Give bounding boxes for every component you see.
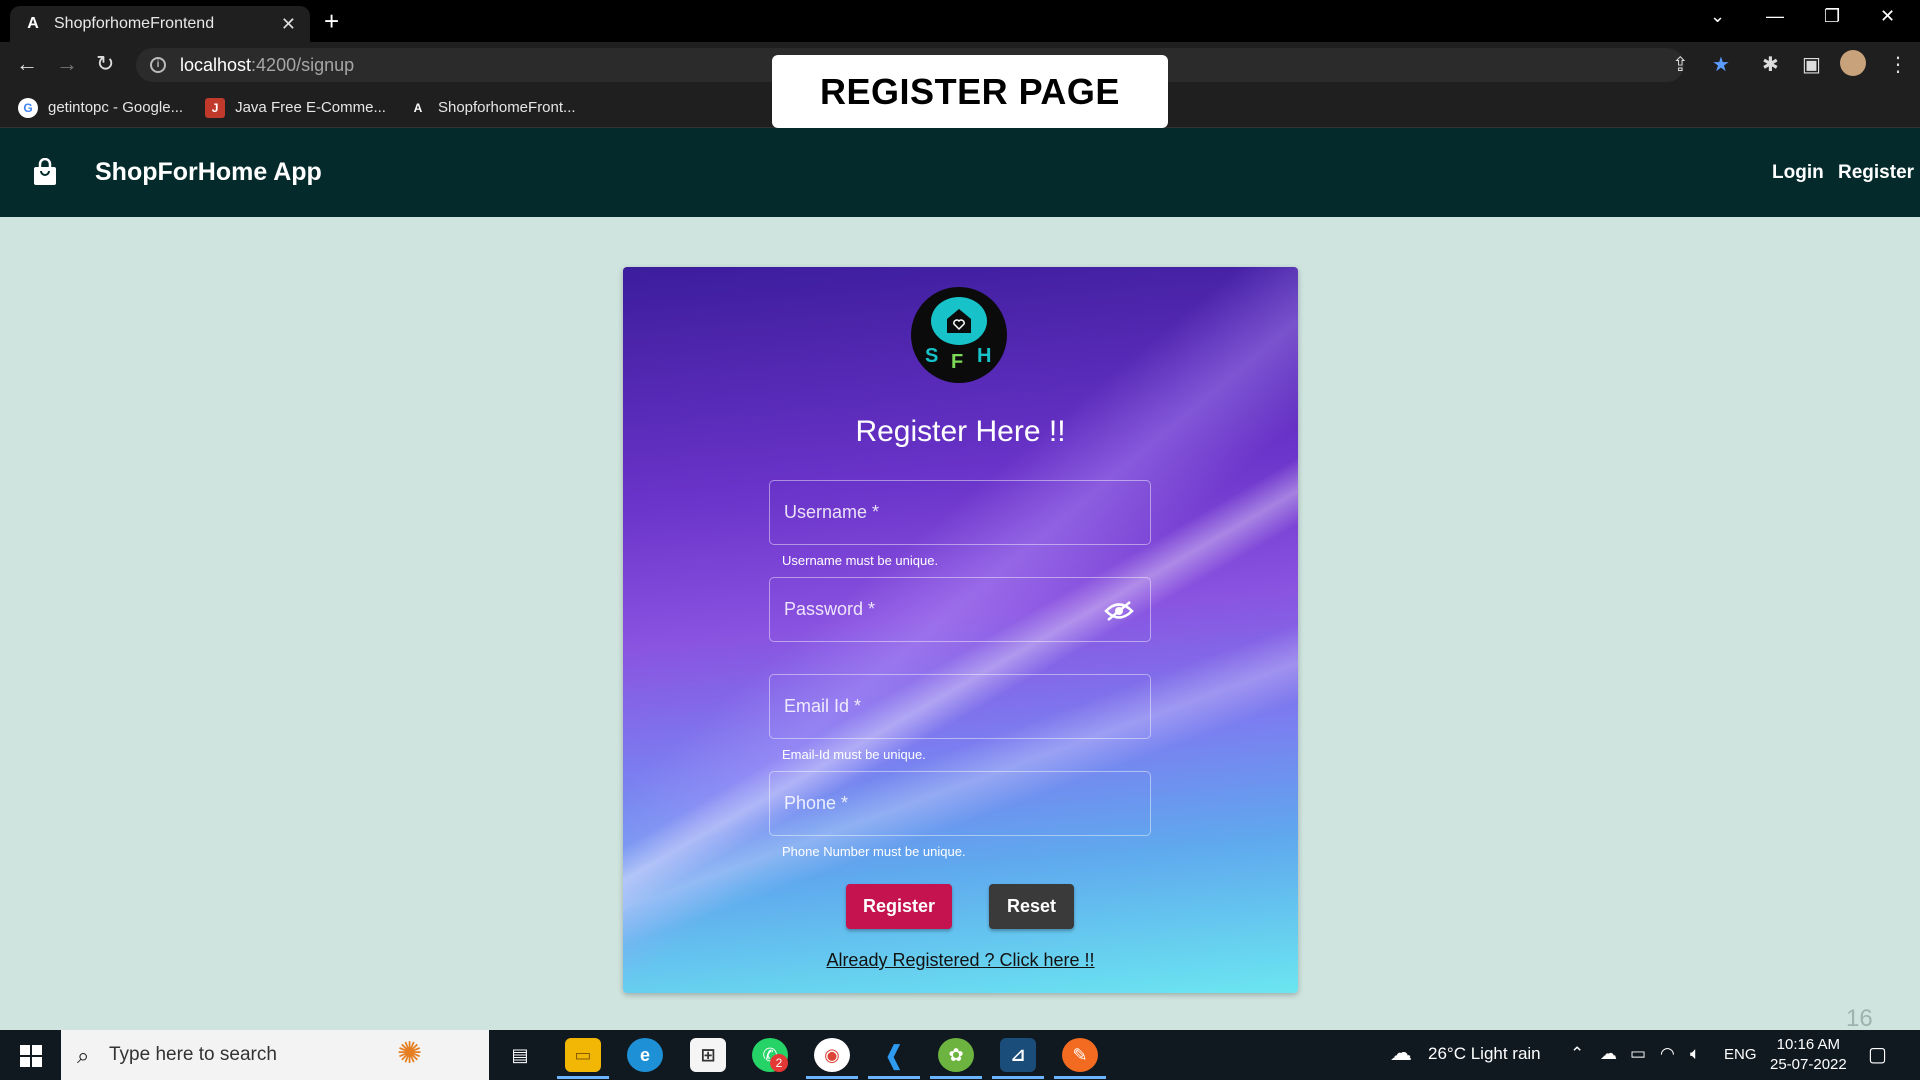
shopping-bag-icon (34, 158, 56, 185)
task-view-icon[interactable]: ▤ (502, 1038, 538, 1072)
site-info-icon[interactable]: i (150, 57, 166, 73)
spring-tool-suite-icon[interactable]: ✿ (938, 1038, 974, 1072)
extensions-icon[interactable]: ✱ (1762, 52, 1779, 77)
browser-menu-icon[interactable]: ⋮ (1888, 52, 1908, 77)
email-hint: Email-Id must be unique. (782, 747, 926, 762)
page-caption: REGISTER PAGE (772, 55, 1168, 128)
vscode-icon[interactable]: ❰ (876, 1038, 912, 1072)
active-app-indicator (868, 1076, 920, 1079)
wifi-icon[interactable]: ◠ (1660, 1044, 1675, 1064)
browser-tab[interactable]: A ShopforhomeFrontend ✕ (10, 6, 310, 42)
active-app-indicator (557, 1076, 609, 1079)
clock-time: 10:16 AM (1776, 1036, 1841, 1053)
close-tab-icon[interactable]: ✕ (281, 14, 296, 35)
chrome-icon[interactable]: ◉ (814, 1038, 850, 1072)
clock-date: 25-07-2022 (1770, 1056, 1847, 1073)
page-number: 16 (1846, 1005, 1873, 1032)
reload-icon[interactable]: ↻ (96, 52, 114, 76)
search-icon: ⌕ (77, 1043, 90, 1068)
file-explorer-icon[interactable]: ▭ (565, 1038, 601, 1072)
url-host: localhost (180, 54, 252, 75)
ecommerce-icon: J (205, 97, 226, 118)
logo-letter: F (951, 351, 964, 373)
username-input[interactable] (770, 481, 1150, 544)
username-field[interactable] (769, 480, 1151, 545)
side-panel-icon[interactable]: ▣ (1802, 52, 1821, 77)
tab-search-icon[interactable]: ⌄ (1710, 6, 1725, 27)
active-app-indicator (1054, 1076, 1106, 1079)
password-field[interactable] (769, 577, 1151, 642)
edge-icon[interactable]: e (627, 1038, 663, 1072)
reset-button[interactable]: Reset (989, 884, 1074, 929)
active-app-indicator (930, 1076, 982, 1079)
share-icon[interactable]: ⇪ (1672, 52, 1689, 77)
email-field[interactable] (769, 674, 1151, 739)
logo-letter: S (925, 345, 939, 367)
sfh-logo: S F H (911, 287, 1007, 383)
password-input[interactable] (770, 578, 1150, 641)
postman-icon[interactable]: ✎ (1062, 1038, 1098, 1072)
window-close-icon[interactable]: ✕ (1880, 6, 1895, 27)
back-icon[interactable]: ← (16, 52, 38, 76)
bookmark-label: getintopc - Google... (48, 99, 184, 116)
restore-icon[interactable]: ❐ (1824, 6, 1840, 27)
bookmark-item[interactable]: A ShopforhomeFront... (408, 98, 576, 118)
nav-login-link[interactable]: Login (1772, 162, 1824, 184)
new-tab-icon[interactable]: + (324, 8, 339, 34)
minimize-icon[interactable]: — (1766, 6, 1784, 27)
house-heart-icon (931, 297, 987, 345)
browser-tab-bar: A ShopforhomeFrontend ✕ + ⌄ — ❐ ✕ (0, 0, 1920, 42)
phone-input[interactable] (770, 772, 1150, 835)
form-title: Register Here !! (855, 415, 1066, 448)
phone-field[interactable] (769, 771, 1151, 836)
register-button[interactable]: Register (846, 884, 952, 929)
weather-text[interactable]: 26°C Light rain (1428, 1044, 1541, 1064)
bookmark-item[interactable]: J Java Free E-Comme... (205, 97, 386, 118)
angular-icon: A (413, 100, 423, 115)
bookmark-label: ShopforhomeFront... (437, 99, 576, 116)
notification-center-icon[interactable]: ▢ (1868, 1042, 1887, 1067)
nav-register-link[interactable]: Register (1838, 162, 1914, 184)
profile-avatar[interactable] (1840, 50, 1866, 76)
app-header: ShopForHome App Login Register (0, 128, 1920, 217)
already-registered-link[interactable]: Already Registered ? Click here !! (623, 950, 1298, 971)
google-icon: G (18, 97, 38, 118)
username-hint: Username must be unique. (782, 553, 939, 568)
visibility-off-icon[interactable] (1104, 600, 1134, 622)
search-highlight-icon: ✺ (397, 1037, 423, 1070)
bookmark-label: Java Free E-Comme... (235, 99, 386, 116)
app-title[interactable]: ShopForHome App (95, 158, 322, 187)
url-path: :4200/signup (251, 54, 355, 75)
register-card: S F H Register Here !! Username must be … (623, 267, 1298, 993)
bookmark-item[interactable]: G getintopc - Google... (18, 97, 184, 118)
bookmark-star-icon[interactable]: ★ (1712, 52, 1730, 77)
phone-hint: Phone Number must be unique. (782, 844, 966, 859)
mysql-workbench-icon[interactable]: ⊿ (1000, 1038, 1036, 1072)
volume-icon[interactable]: 🔈︎ (1690, 1044, 1700, 1064)
battery-icon[interactable]: ▭ (1630, 1044, 1646, 1064)
forward-icon[interactable]: → (56, 52, 78, 76)
active-app-indicator (992, 1076, 1044, 1079)
email-input[interactable] (770, 675, 1150, 738)
logo-letter: H (977, 345, 992, 367)
notification-badge: 2 (770, 1054, 788, 1072)
store-icon[interactable]: ⊞ (690, 1038, 726, 1072)
taskbar-search-input[interactable]: ⌕ Type here to search ✺ (61, 1030, 489, 1080)
tab-title: ShopforhomeFrontend (54, 15, 215, 32)
angular-icon: A (27, 15, 39, 32)
search-placeholder: Type here to search (109, 1044, 277, 1065)
tray-overflow-icon[interactable]: ⌃ (1570, 1044, 1584, 1064)
weather-rain-icon[interactable]: ☁ (1390, 1040, 1412, 1066)
language-indicator[interactable]: ENG (1724, 1046, 1757, 1063)
system-clock[interactable]: 10:16 AM 25-07-2022 (1770, 1035, 1847, 1075)
active-app-indicator (806, 1076, 858, 1079)
onedrive-icon[interactable]: ☁ (1600, 1044, 1617, 1064)
windows-start-icon[interactable] (20, 1045, 42, 1067)
